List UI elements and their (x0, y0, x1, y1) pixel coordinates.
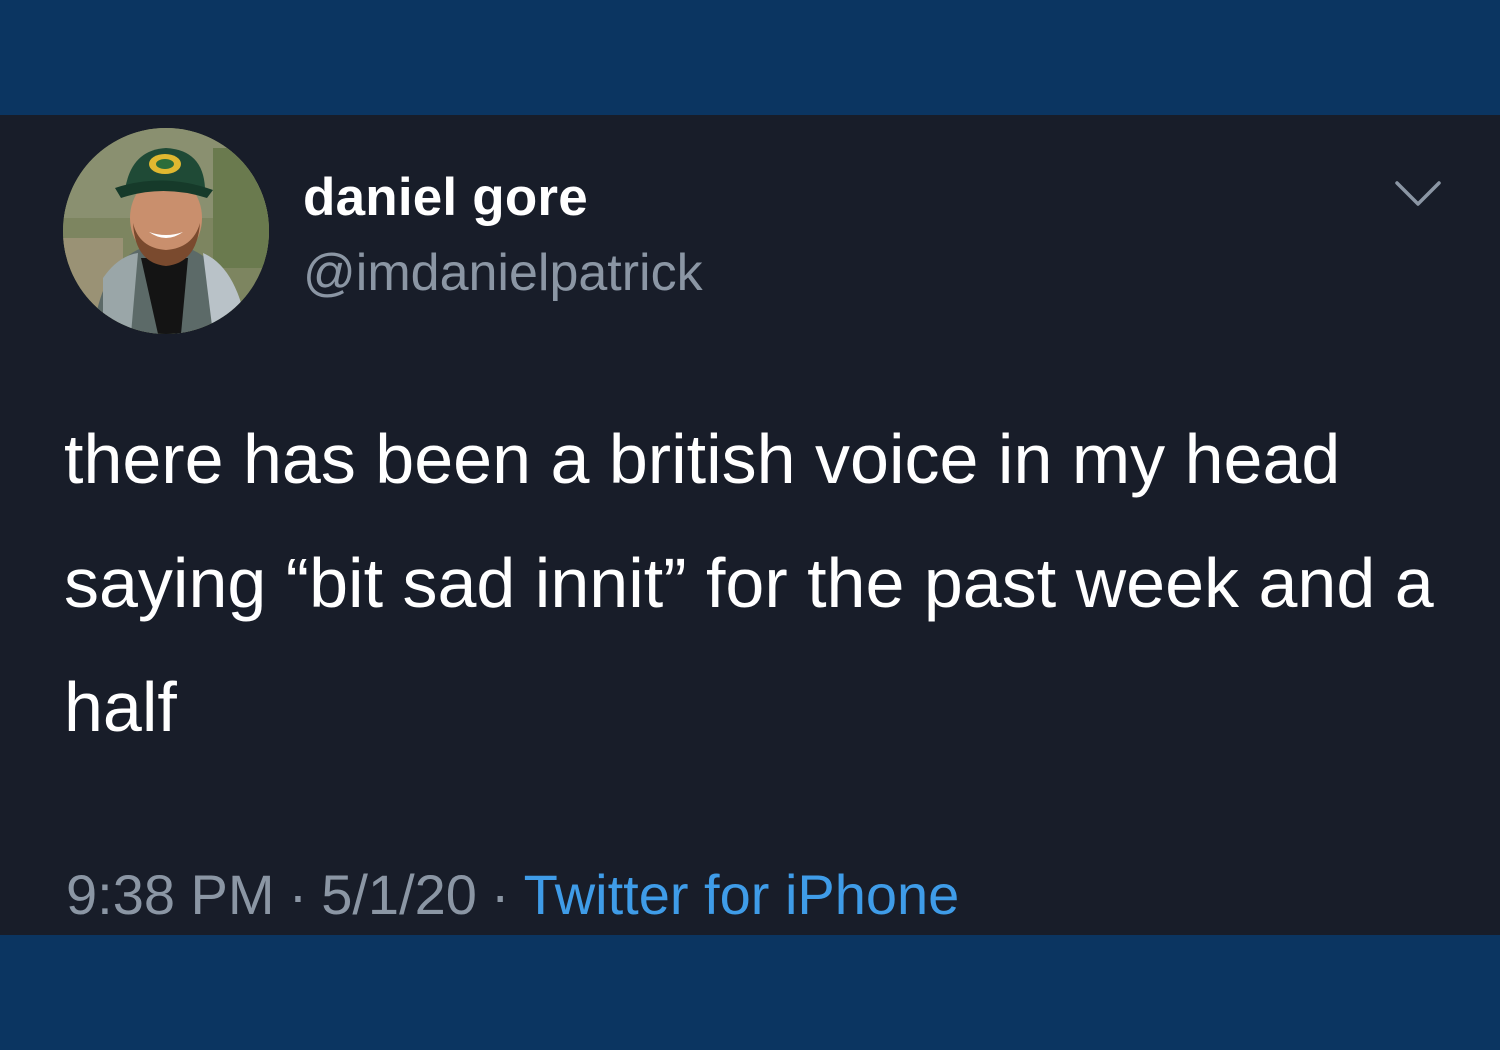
chevron-down-icon[interactable] (1393, 177, 1443, 211)
author-avatar[interactable] (63, 128, 269, 334)
meta-separator: · (288, 863, 308, 926)
tweet-text: there has been a british voice in my hea… (64, 420, 1434, 746)
tweet-meta: 9:38 PM · 5/1/20 · Twitter for iPhone (66, 862, 959, 927)
meta-separator: · (490, 863, 510, 926)
top-frame-bar (0, 0, 1500, 115)
tweet-source-link[interactable]: Twitter for iPhone (524, 863, 960, 926)
bottom-frame-bar (0, 935, 1500, 1050)
avatar-photo (63, 128, 269, 334)
tweet-card: daniel gore @imdanielpatrick there has b… (0, 115, 1500, 935)
tweet-time[interactable]: 9:38 PM (66, 863, 275, 926)
author-display-name[interactable]: daniel gore (303, 167, 588, 228)
tweet-date[interactable]: 5/1/20 (321, 863, 477, 926)
author-handle[interactable]: @imdanielpatrick (303, 243, 703, 303)
